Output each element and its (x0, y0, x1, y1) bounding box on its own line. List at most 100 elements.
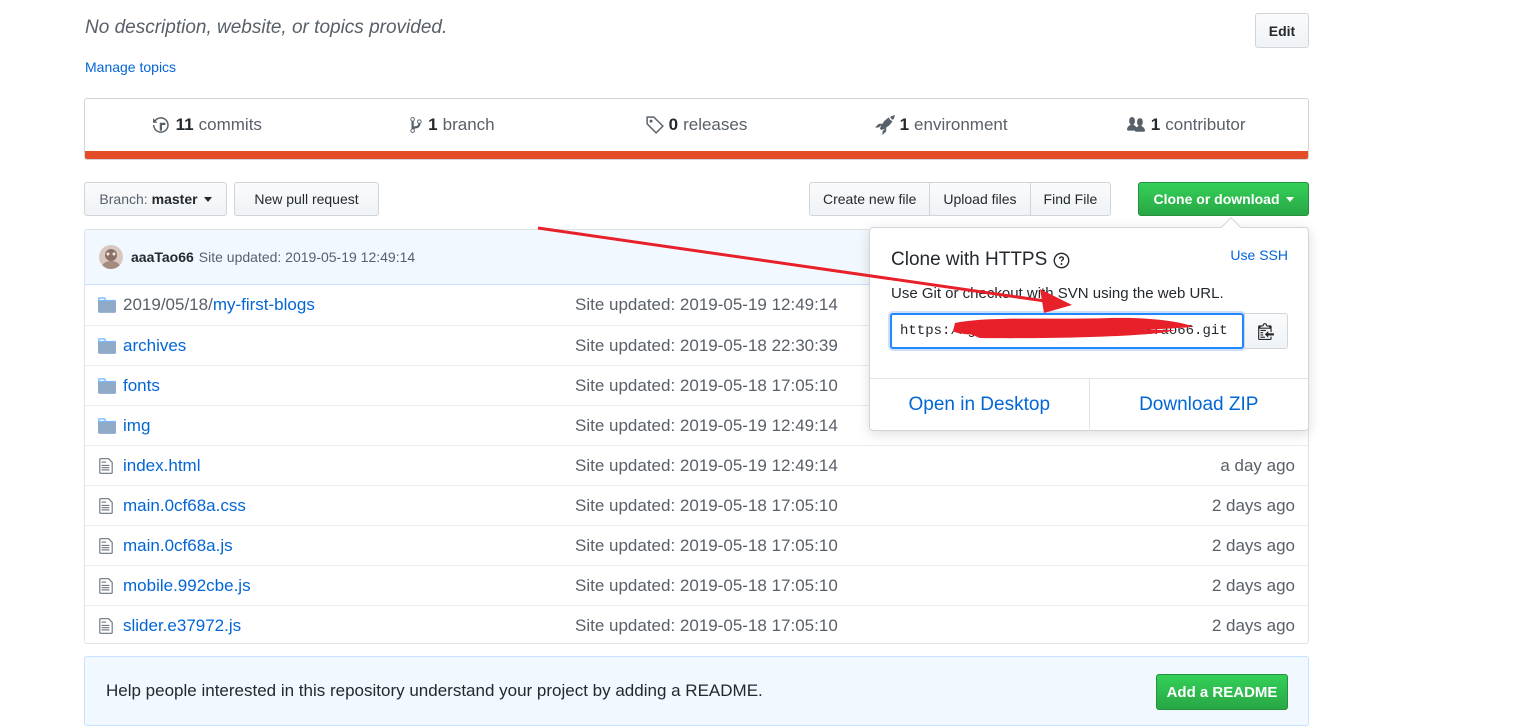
file-icon (98, 497, 116, 515)
history-icon (152, 117, 169, 133)
chevron-down-icon (203, 196, 212, 202)
commit-age: 2 days ago (1211, 575, 1295, 595)
file-name-link[interactable]: slider.e37972.js (123, 616, 241, 636)
clone-popup-title: Clone with HTTPS (891, 249, 1070, 271)
add-readme-button[interactable]: Add a README (1156, 674, 1288, 710)
file-name: index.html (123, 455, 201, 475)
avatar[interactable] (99, 245, 123, 269)
commit-message-link[interactable]: Site updated: 2019-05-19 12:49:14 (575, 416, 838, 436)
commit-message[interactable]: Site updated: 2019-05-19 12:49:14 (199, 249, 415, 265)
language-bar[interactable] (85, 151, 1308, 159)
new-pull-request-button[interactable]: New pull request (234, 182, 379, 216)
environments-label: environment (914, 115, 1008, 134)
file-icon (98, 617, 116, 635)
open-in-desktop-button[interactable]: Open in Desktop (870, 379, 1089, 431)
commit-message-link[interactable]: Site updated: 2019-05-19 12:49:14 (575, 456, 838, 476)
repo-description: No description, website, or topics provi… (85, 17, 448, 38)
file-name-link[interactable]: fonts (123, 376, 160, 396)
file-row[interactable]: index.html Site updated: 2019-05-19 12:49… (85, 445, 1308, 485)
file-name-link[interactable]: 2019/05/18/my-first-blogs (123, 295, 315, 315)
file-name: my-first-blogs (212, 295, 315, 314)
commit-author[interactable]: aaaTao66 (131, 249, 194, 265)
clone-or-download-button[interactable]: Clone or download (1138, 182, 1309, 216)
commit-message-link[interactable]: Site updated: 2019-05-18 17:05:10 (575, 496, 838, 516)
branches-count: 1 (428, 115, 438, 134)
commits-label: commits (198, 115, 262, 134)
branch-icon (410, 117, 422, 133)
file-name: img (123, 415, 151, 435)
readme-prompt: Help people interested in this repositor… (84, 656, 1309, 726)
branch-name: master (151, 191, 198, 207)
clone-popup-footer: Open in Desktop Download ZIP (870, 378, 1308, 431)
commit-message-link[interactable]: Site updated: 2019-05-18 17:05:10 (575, 616, 838, 636)
branch-prefix: Branch: (99, 191, 148, 207)
commits-count: 11 (175, 115, 194, 134)
file-icon (98, 457, 116, 475)
file-actions-group: Create new file Upload files Find File (809, 182, 1112, 216)
file-name-link[interactable]: index.html (123, 456, 200, 476)
commit-age: a day ago (1220, 455, 1295, 475)
releases-link[interactable]: 0 releases (574, 99, 819, 151)
commit-age: 2 days ago (1211, 615, 1295, 635)
repo-summary: 11 commits 1 branch 0 releases 1 environ… (84, 98, 1309, 160)
file-name-link[interactable]: main.0cf68a.js (123, 536, 233, 556)
commit-age: 2 days ago (1211, 535, 1295, 555)
contributors-count: 1 (1150, 115, 1161, 134)
clone-popup: Clone with HTTPS Use SSH Use Git or chec… (869, 227, 1309, 431)
folder-icon (98, 296, 116, 314)
edit-button[interactable]: Edit (1255, 13, 1309, 48)
rocket-icon (874, 115, 895, 135)
contributors-link[interactable]: 1 contributor (1063, 99, 1308, 151)
commit-message-link[interactable]: Site updated: 2019-05-18 17:05:10 (575, 376, 838, 396)
commits-link[interactable]: 11 commits (85, 99, 330, 151)
commit-message-link[interactable]: Site updated: 2019-05-18 17:05:10 (575, 576, 838, 596)
upload-files-button[interactable]: Upload files (929, 182, 1031, 216)
branches-label: branch (442, 115, 495, 134)
copy-url-button[interactable] (1244, 313, 1288, 349)
file-icon (98, 537, 116, 555)
tag-icon (646, 116, 664, 134)
question-icon[interactable] (1053, 252, 1070, 269)
releases-label: releases (683, 115, 748, 134)
clone-url-input[interactable] (890, 313, 1244, 349)
folder-icon (98, 417, 116, 435)
file-path-prefix: 2019/05/18/ (123, 295, 213, 314)
releases-count: 0 (668, 115, 679, 134)
file-name: mobile.992cbe.js (123, 575, 251, 595)
file-name-link[interactable]: main.0cf68a.css (123, 496, 246, 516)
manage-topics-link[interactable]: Manage topics (85, 59, 176, 75)
folder-icon (98, 377, 116, 395)
commit-age: 2 days ago (1211, 495, 1295, 515)
download-zip-button[interactable]: Download ZIP (1088, 379, 1309, 431)
file-name-link[interactable]: img (123, 416, 150, 436)
file-row[interactable]: mobile.992cbe.js Site updated: 2019-05-18… (85, 565, 1308, 605)
commit-message-link[interactable]: Site updated: 2019-05-19 12:49:14 (575, 295, 838, 315)
clipboard-icon (1258, 323, 1274, 340)
file-row[interactable]: slider.e37972.js Site updated: 2019-05-18… (85, 605, 1308, 643)
branches-link[interactable]: 1 branch (330, 99, 575, 151)
file-name: archives (123, 335, 187, 355)
file-name: main.0cf68a.js (123, 535, 233, 555)
commit-message-link[interactable]: Site updated: 2019-05-18 22:30:39 (575, 336, 838, 356)
environments-count: 1 (899, 115, 910, 134)
environments-link[interactable]: 1 environment (819, 99, 1064, 151)
file-icon (98, 577, 116, 595)
contributors-label: contributor (1165, 115, 1246, 134)
file-row[interactable]: main.0cf68a.css Site updated: 2019-05-18 … (85, 485, 1308, 525)
file-name-link[interactable]: mobile.992cbe.js (123, 576, 251, 596)
file-name: main.0cf68a.css (123, 495, 246, 515)
use-ssh-link[interactable]: Use SSH (1230, 247, 1288, 263)
readme-prompt-text: Help people interested in this repositor… (106, 681, 763, 700)
find-file-button[interactable]: Find File (1029, 182, 1112, 216)
clone-title-text: Clone with HTTPS (891, 249, 1048, 270)
people-icon (1126, 117, 1145, 132)
clone-or-download-label: Clone or download (1153, 191, 1280, 207)
file-name: fonts (123, 375, 160, 395)
chevron-down-icon (1285, 196, 1294, 202)
create-new-file-button[interactable]: Create new file (809, 182, 931, 216)
file-row[interactable]: main.0cf68a.js Site updated: 2019-05-18 1… (85, 525, 1308, 565)
file-name: slider.e37972.js (123, 615, 242, 635)
commit-message-link[interactable]: Site updated: 2019-05-18 17:05:10 (575, 536, 838, 556)
branch-select-button[interactable]: Branch: master (84, 182, 227, 216)
file-name-link[interactable]: archives (123, 336, 186, 356)
